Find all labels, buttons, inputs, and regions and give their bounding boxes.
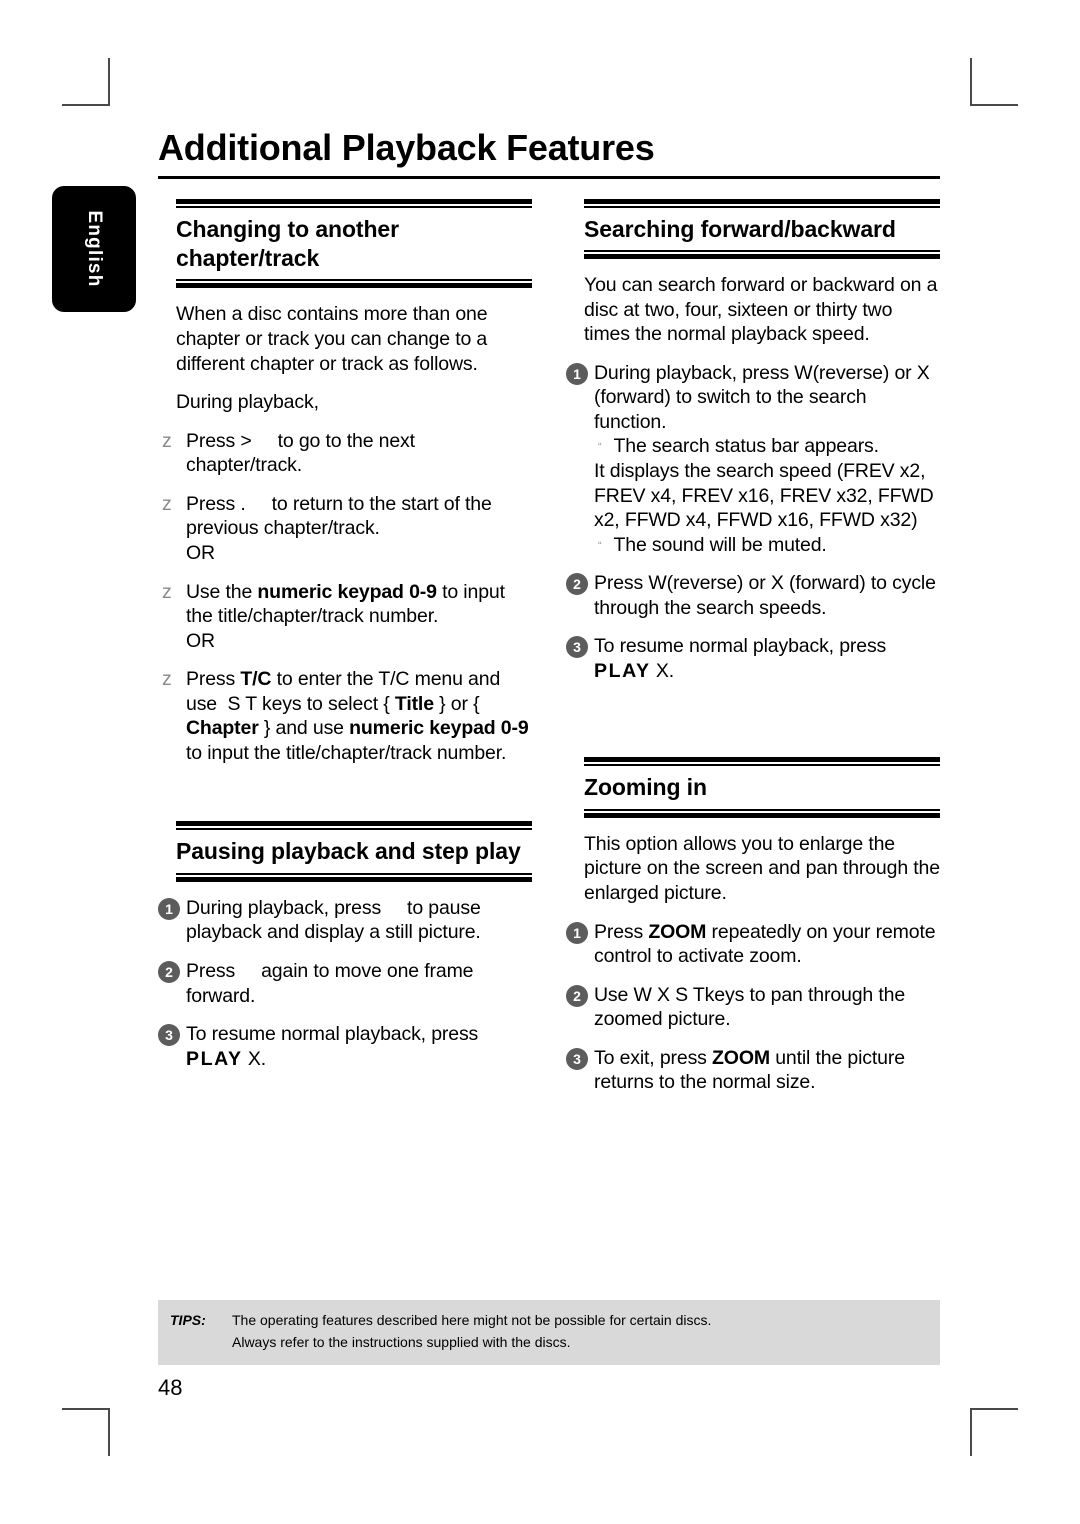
right-column: Searching forward/backward You can searc… bbox=[566, 198, 940, 1095]
step-text: To resume normal playback, press PLAY X. bbox=[594, 634, 940, 683]
list-item: z Press T/C to enter the T/C menu and us… bbox=[158, 667, 532, 765]
title-rule bbox=[158, 175, 940, 179]
tips-content: The operating features described here mi… bbox=[232, 1310, 711, 1353]
list-item: z Press . to return to the start of the p… bbox=[158, 492, 532, 566]
numbered-step: 3 To exit, press ZOOM until the picture … bbox=[566, 1046, 940, 1095]
tips-box: TIPS: The operating features described h… bbox=[158, 1300, 940, 1366]
section-intro-paragraph: When a disc contains more than one chapt… bbox=[176, 303, 488, 375]
step-text: Use W X S Tkeys to pan through the zoome… bbox=[594, 983, 906, 1031]
zoom-button-label: ZOOM bbox=[648, 920, 707, 943]
step-subnote-text: The search status bar appears. bbox=[613, 435, 880, 458]
section-rule-top bbox=[584, 198, 940, 208]
step-number-badge: 1 bbox=[566, 362, 588, 385]
step-number-badge: 2 bbox=[158, 961, 180, 984]
language-tab: English bbox=[52, 186, 136, 312]
section-heading: Pausing playback and step play bbox=[176, 838, 521, 865]
arrow-bullet-icon: z bbox=[162, 580, 172, 603]
section-intro-paragraph: This option allows you to enlarge the pi… bbox=[584, 832, 940, 905]
step-number-badge: 1 bbox=[566, 921, 588, 944]
step-number-badge: 3 bbox=[566, 636, 588, 659]
list-item-text: Press T/C to enter the T/C menu and use … bbox=[186, 668, 529, 764]
step-number-badge: 3 bbox=[158, 1024, 180, 1047]
language-tab-label: English bbox=[84, 210, 105, 288]
step-number-badge: 2 bbox=[566, 573, 588, 596]
play-button-label: PLAY bbox=[186, 1047, 243, 1070]
list-item-text: Use the numeric keypad 0-9 to input the … bbox=[186, 580, 505, 652]
step-main-text: To resume normal playback, press bbox=[594, 635, 887, 658]
square-bullet-icon: “ bbox=[598, 539, 602, 552]
step-text: Press W(reverse) or X (forward) to cycle… bbox=[594, 572, 936, 619]
two-column-layout: Changing to another chapter/track When a… bbox=[158, 198, 940, 1095]
arrow-bullet-icon: z bbox=[162, 429, 172, 452]
tips-line-2: Always refer to the instructions supplie… bbox=[232, 1333, 571, 1350]
step-text: Press ZOOM repeatedly on your remote con… bbox=[594, 920, 940, 969]
list-item: z Press > to go to the next chapter/track… bbox=[158, 429, 532, 478]
step-subnote: “ The sound will be muted. bbox=[594, 533, 940, 558]
during-playback-label: During playback, bbox=[176, 391, 319, 414]
play-icon-glyph: X. bbox=[655, 659, 675, 682]
numbered-step: 2 Press again to move one frame forward. bbox=[158, 959, 532, 1008]
list-item-text: Press > to go to the next chapter/track. bbox=[186, 429, 415, 477]
section-rule-bottom bbox=[176, 872, 532, 882]
step-subnote-text: The sound will be muted. bbox=[613, 533, 827, 556]
step-text: To exit, press ZOOM until the picture re… bbox=[594, 1046, 940, 1095]
numbered-step: 2 Press W(reverse) or X (forward) to cyc… bbox=[566, 571, 940, 620]
tips-label: TIPS: bbox=[170, 1312, 206, 1328]
numbered-step: 2 Use W X S Tkeys to pan through the zoo… bbox=[566, 983, 940, 1032]
step-number-badge: 1 bbox=[158, 897, 180, 920]
numbered-step: 1 During playback, press to pause playbac… bbox=[158, 896, 532, 945]
step-text: During playback, press to pause playback … bbox=[186, 896, 481, 944]
step-number-badge: 3 bbox=[566, 1047, 588, 1070]
numbered-step: 3 To resume normal playback, press PLAY X… bbox=[158, 1022, 532, 1071]
numbered-step: 3 To resume normal playback, press PLAY X… bbox=[566, 634, 940, 683]
numbered-step: 1 During playback, press W(reverse) or X… bbox=[566, 361, 940, 558]
arrow-bullet-icon: z bbox=[162, 668, 172, 691]
list-item: z Use the numeric keypad 0-9 to input th… bbox=[158, 580, 532, 654]
play-button-label: PLAY bbox=[594, 659, 651, 682]
step-text-pre: Press bbox=[594, 920, 649, 943]
list-item-text: Press . to return to the start of the pre… bbox=[186, 492, 492, 564]
square-bullet-icon: “ bbox=[598, 441, 602, 454]
step-main-text: During playback, press W(reverse) or X (… bbox=[594, 361, 930, 433]
step-text-pre: To exit, press bbox=[594, 1046, 713, 1069]
step-text: Press again to move one frame forward. bbox=[186, 960, 474, 1007]
play-icon-glyph: X. bbox=[247, 1047, 267, 1070]
section-heading: Zooming in bbox=[584, 774, 707, 801]
section-rule-top bbox=[584, 757, 940, 767]
page-content: Additional Playback Features Changing to… bbox=[158, 128, 940, 1095]
left-column: Changing to another chapter/track When a… bbox=[158, 198, 532, 1095]
section-rule-top bbox=[176, 821, 532, 831]
section-changing-chapter-track: Changing to another chapter/track bbox=[158, 198, 532, 289]
step-text: To resume normal playback, press PLAY X. bbox=[186, 1023, 479, 1070]
manual-page: English Additional Playback Features Cha… bbox=[0, 0, 1080, 1524]
page-title: Additional Playback Features bbox=[158, 127, 655, 168]
tips-row: TIPS: The operating features described h… bbox=[158, 1310, 940, 1353]
zoom-button-label: ZOOM bbox=[712, 1046, 770, 1069]
section-searching: Searching forward/backward bbox=[566, 198, 940, 260]
section-heading: Searching forward/backward bbox=[584, 215, 896, 242]
section-rule-bottom bbox=[584, 250, 940, 260]
arrow-bullet-icon: z bbox=[162, 492, 172, 515]
numbered-step: 1 Press ZOOM repeatedly on your remote c… bbox=[566, 920, 940, 969]
step-subnote: “ The search status bar appears. bbox=[594, 434, 940, 459]
tips-line-1: The operating features described here mi… bbox=[232, 1312, 712, 1328]
step-number-badge: 2 bbox=[566, 984, 588, 1007]
section-rule-top bbox=[176, 198, 532, 208]
page-number: 48 bbox=[158, 1375, 183, 1400]
section-heading: Changing to another chapter/track bbox=[176, 215, 399, 272]
section-zooming-in: Zooming in bbox=[566, 757, 940, 818]
section-intro-paragraph: You can search forward or backward on a … bbox=[584, 274, 938, 346]
step-text: During playback, press W(reverse) or X (… bbox=[594, 361, 940, 558]
section-pausing-playback: Pausing playback and step play bbox=[158, 821, 532, 882]
step-detail: It displays the search speed (FREV x2, F… bbox=[594, 459, 934, 532]
section-rule-bottom bbox=[584, 808, 940, 818]
section-rule-bottom bbox=[176, 279, 532, 289]
